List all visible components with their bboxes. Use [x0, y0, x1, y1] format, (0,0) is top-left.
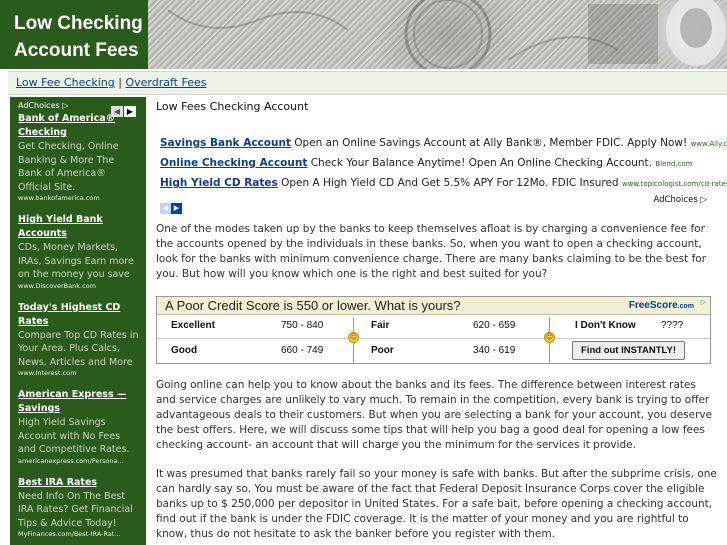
top-ad-url[interactable]: Blend.com [655, 160, 692, 168]
score-range-fair: 620 - 659 [473, 320, 516, 331]
find-out-instantly-button[interactable]: Find out INSTANTLY! [572, 341, 685, 360]
sidebar-ad-list: Bank of America® Checking Get Checking, … [18, 112, 140, 545]
sidebar-ad: High Yield Bank Accounts CDs, Money Mark… [18, 213, 140, 291]
sidebar-ad-title[interactable]: High Yield Bank Accounts [18, 213, 140, 241]
adchoices-icon: ▷ [62, 101, 69, 110]
sidebar-ad-url[interactable]: www.Interest.com [18, 369, 140, 378]
top-ad: Savings Bank Account Open an Online Savi… [160, 134, 727, 154]
nav-link-low-fee-checking[interactable]: Low Fee Checking [16, 76, 115, 89]
sidebar-ad-url[interactable]: www.DiscoverBank.com [18, 282, 140, 291]
freescore-logo-text: FreeScore [628, 300, 678, 311]
freescore-logo-ext: .com [677, 303, 694, 310]
sidebar-ad: Best IRA Rates Need Info On The Best IRA… [18, 476, 140, 540]
score-label-excellent[interactable]: Excellent [171, 320, 215, 331]
credit-score-widget: A Poor Credit Score is 550 or lower. Wha… [156, 296, 711, 364]
credit-widget-header: A Poor Credit Score is 550 or lower. Wha… [157, 297, 710, 315]
nav-link-overdraft-fees[interactable]: Overdraft Fees [125, 76, 206, 89]
sidebar-ad-title[interactable]: American Express —Savings [18, 388, 140, 416]
nav-separator: | [118, 76, 122, 89]
smiley-icon: ☺ [544, 332, 555, 343]
score-label-fair[interactable]: Fair [371, 320, 389, 331]
top-ad-link[interactable]: Savings Bank Account [160, 137, 291, 149]
banknote-banner-image [148, 0, 727, 69]
score-range-good: 660 - 749 [281, 345, 324, 356]
page-title: Low Fees Checking Account [156, 100, 309, 113]
sidebar-ad-url[interactable]: www.bankofamerica.com [18, 194, 140, 203]
sidebar-ad-body: Compare Top CD Rates in Your Area. Plus … [18, 329, 139, 368]
sidebar-ad: Today's Highest CD Rates Compare Top CD … [18, 301, 140, 379]
sidebar-ad: Bank of America® Checking Get Checking, … [18, 112, 140, 203]
sidebar-ad-title[interactable]: Bank of America® Checking [18, 112, 140, 140]
top-ad-link[interactable]: Online Checking Account [160, 157, 307, 169]
smiley-icon: ☺ [348, 332, 359, 343]
site-title[interactable]: Low Checking Account Fees [14, 10, 149, 64]
widget-row-divider [157, 338, 710, 339]
article-paragraph-1: One of the modes taken up by the banks t… [156, 223, 707, 280]
sidebar-ads: AdChoices ▷ ◀ ▶ Bank of America® Checking… [10, 97, 146, 545]
banknote-artwork [167, 0, 726, 69]
next-arrow-icon[interactable]: ▶ [171, 203, 182, 214]
site-title-line1: Low Checking [14, 13, 143, 34]
score-range-excellent: 750 - 840 [281, 320, 324, 331]
top-ad-url[interactable]: www.Ally.com [691, 140, 727, 148]
article-paragraph-2: Going online can help you to know about … [156, 379, 713, 451]
top-ad-arrows: ◀ ▶ [160, 195, 182, 214]
score-range-poor: 340 - 619 [473, 345, 516, 356]
score-label-good[interactable]: Good [171, 345, 197, 356]
sidebar-ad-url[interactable]: americanexpress.com/Persona... [18, 457, 140, 466]
score-label-poor[interactable]: Poor [371, 345, 394, 356]
sidebar-ad-body: Get Checking, Online Banking & More The … [18, 141, 119, 193]
adchoices-text: AdChoices [653, 195, 698, 205]
site-title-line2: Account Fees [14, 40, 139, 61]
top-ad-text: Check Your Balance Anytime! Open An Onli… [307, 157, 656, 169]
top-ad-url[interactable]: www.topicologist.com/cd-rates [622, 180, 727, 188]
sidebar-ad-title[interactable]: Best IRA Rates [18, 476, 140, 490]
top-ad-block: Savings Bank Account Open an Online Savi… [160, 134, 727, 214]
adchoices-label[interactable]: AdChoices ▷ [653, 195, 707, 205]
sidebar-ad-body: High Yield Savings Account with No Fees … [18, 417, 130, 455]
freescore-logo[interactable]: FreeScore.com [629, 300, 694, 311]
article-paragraph-3: It was presumed that banks rarely fail s… [156, 468, 717, 540]
top-ad-link[interactable]: High Yield CD Rates [160, 177, 278, 189]
sidebar-ad: American Express —Savings High Yield Sav… [18, 388, 140, 466]
adchoices-icon: ▷ [700, 195, 707, 205]
nav-bar: Low Fee Checking | Overdraft Fees [8, 71, 727, 95]
prev-arrow-icon[interactable]: ◀ [160, 203, 171, 214]
site-header: Low Checking Account Fees [0, 0, 727, 69]
top-ad-text: Open an Online Savings Account at Ally B… [290, 137, 691, 149]
info-icon[interactable]: ▷ [699, 298, 708, 307]
top-ad: Online Checking Account Check Your Balan… [160, 154, 721, 174]
sidebar-ad-body: CDs, Money Markets, IRAs, Savings Earn m… [18, 242, 134, 280]
top-ad: High Yield CD Rates Open A High Yield CD… [160, 174, 727, 194]
sidebar-ad-url[interactable]: MyFinances.com/Best-IRA-Rat... [18, 530, 140, 539]
top-ad-text: Open A High Yield CD And Get 5.5% APY Fo… [277, 177, 622, 189]
adchoices-label[interactable]: AdChoices ▷ [18, 101, 68, 110]
sidebar-ad-body: Need Info On The Best IRA Rates? Get Fin… [18, 490, 133, 529]
adchoices-text: AdChoices [18, 101, 60, 110]
sidebar-ad-title[interactable]: Today's Highest CD Rates [18, 301, 140, 329]
main-content: Low Fees Checking Account Savings Bank A… [156, 97, 727, 542]
credit-widget-question: A Poor Credit Score is 550 or lower. Wha… [165, 298, 461, 313]
top-ad-footer: ◀ ▶ AdChoices ▷ [160, 194, 721, 214]
score-value-dont-know: ???? [661, 320, 684, 331]
score-label-dont-know[interactable]: I Don't Know [575, 320, 636, 331]
